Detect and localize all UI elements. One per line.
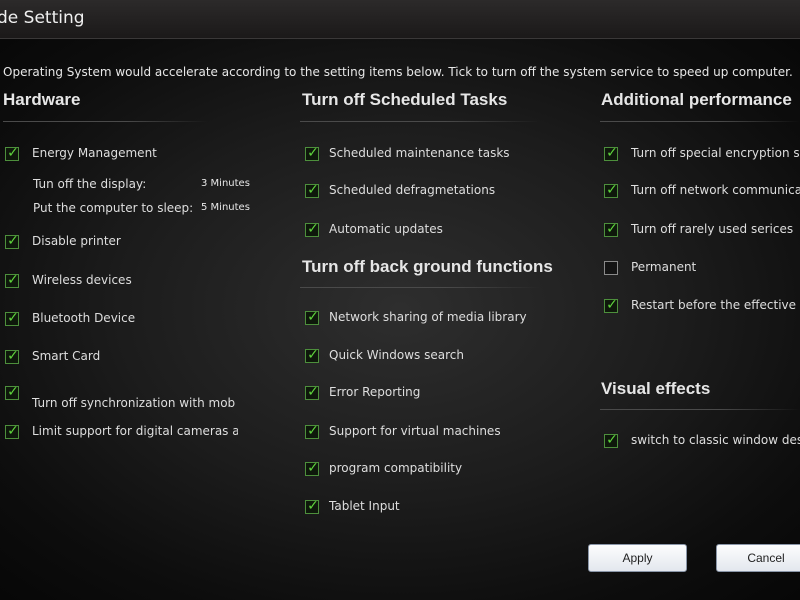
visual-effects-divider (600, 409, 800, 410)
automatic-updates-checkbox[interactable]: ✓ (305, 221, 319, 237)
digital-cameras-label: Limit support for digital cameras ar (32, 424, 238, 438)
background-functions-section-title: Turn off back ground functions (302, 257, 553, 276)
permanent-label: Permanent (631, 260, 697, 274)
settings-panel: Operating System would accelerate accord… (0, 39, 800, 600)
sync-mobile-checkbox[interactable]: ✓ (5, 384, 19, 400)
error-reporting-checkbox[interactable]: ✓ (305, 384, 319, 400)
media-sharing-label: Network sharing of media library (329, 310, 527, 324)
wireless-devices-label: Wireless devices (32, 273, 132, 287)
energy-management-label: Energy Management (32, 146, 157, 160)
tablet-input-label: Tablet Input (329, 499, 400, 513)
scheduled-maintenance-label: Scheduled maintenance tasks (329, 146, 510, 160)
virtual-machines-checkbox[interactable]: ✓ (305, 423, 319, 439)
bluetooth-device-label: Bluetooth Device (32, 311, 136, 325)
scheduled-defrag-checkbox[interactable]: ✓ (305, 182, 319, 198)
special-encryption-checkbox[interactable]: ✓ (604, 145, 618, 161)
additional-performance-divider (600, 121, 800, 122)
windows-search-label: Quick Windows search (329, 348, 464, 362)
rarely-used-services-checkbox[interactable]: ✓ (604, 221, 618, 237)
scheduled-tasks-divider (300, 121, 540, 122)
smart-card-checkbox[interactable]: ✓ (5, 348, 19, 364)
wireless-devices-checkbox[interactable]: ✓ (5, 272, 19, 288)
rarely-used-services-label: Turn off rarely used serices (631, 222, 794, 236)
windows-search-checkbox[interactable]: ✓ (305, 347, 319, 363)
disable-printer-label: Disable printer (32, 234, 121, 248)
description-text: Operating System would accelerate accord… (3, 65, 793, 79)
display-timeout-label: Tun off the display: (33, 177, 147, 191)
sleep-timeout-value[interactable]: 5 Minutes (201, 202, 250, 213)
scheduled-maintenance-checkbox[interactable]: ✓ (305, 145, 319, 161)
automatic-updates-label: Automatic updates (329, 222, 443, 236)
additional-performance-section-title: Additional performance (601, 90, 792, 109)
display-timeout-value[interactable]: 3 Minutes (201, 178, 250, 189)
energy-management-checkbox[interactable]: ✓ (5, 145, 19, 161)
program-compatibility-label: program compatibility (329, 461, 463, 475)
background-functions-divider (300, 287, 540, 288)
smart-card-label: Smart Card (32, 349, 101, 363)
digital-cameras-checkbox[interactable]: ✓ (5, 423, 19, 439)
virtual-machines-label: Support for virtual machines (329, 424, 501, 438)
additional-column: Additional performance ✓ Turn off specia… (596, 79, 800, 459)
sync-mobile-label: Turn off synchronization with mob (32, 396, 236, 410)
permanent-checkbox[interactable]: ✓ (604, 261, 618, 275)
network-communication-label: Turn off network communicat (631, 183, 800, 197)
hardware-divider (3, 121, 208, 122)
error-reporting-label: Error Reporting (329, 385, 421, 399)
media-sharing-checkbox[interactable]: ✓ (305, 309, 319, 325)
scheduled-tasks-section-title: Turn off Scheduled Tasks (302, 90, 508, 109)
cancel-button[interactable]: Cancel (716, 544, 800, 572)
title-bar[interactable]: de Setting (0, 0, 800, 39)
hardware-options-list: ✓ Disable printer ✓ Wireless devices ✓ B… (0, 229, 238, 449)
apply-button[interactable]: Apply (588, 544, 687, 572)
sleep-timeout-label: Put the computer to sleep: (33, 201, 194, 215)
tablet-input-checkbox[interactable]: ✓ (305, 498, 319, 514)
window-title: de Setting (0, 8, 85, 28)
restart-before-effective-label: Restart before the effective (631, 298, 797, 312)
bluetooth-device-checkbox[interactable]: ✓ (5, 310, 19, 326)
classic-window-label: switch to classic window desi (631, 433, 800, 447)
hardware-section-title: Hardware (3, 90, 81, 109)
disable-printer-checkbox[interactable]: ✓ (5, 233, 19, 249)
visual-effects-section-title: Visual effects (601, 379, 711, 398)
network-communication-checkbox[interactable]: ✓ (604, 182, 618, 198)
program-compatibility-checkbox[interactable]: ✓ (305, 460, 319, 476)
classic-window-checkbox[interactable]: ✓ (604, 432, 618, 448)
restart-before-effective-checkbox[interactable]: ✓ (604, 297, 618, 313)
special-encryption-label: Turn off special encryption se (631, 146, 800, 160)
scheduled-defrag-label: Scheduled defragmetations (329, 183, 496, 197)
